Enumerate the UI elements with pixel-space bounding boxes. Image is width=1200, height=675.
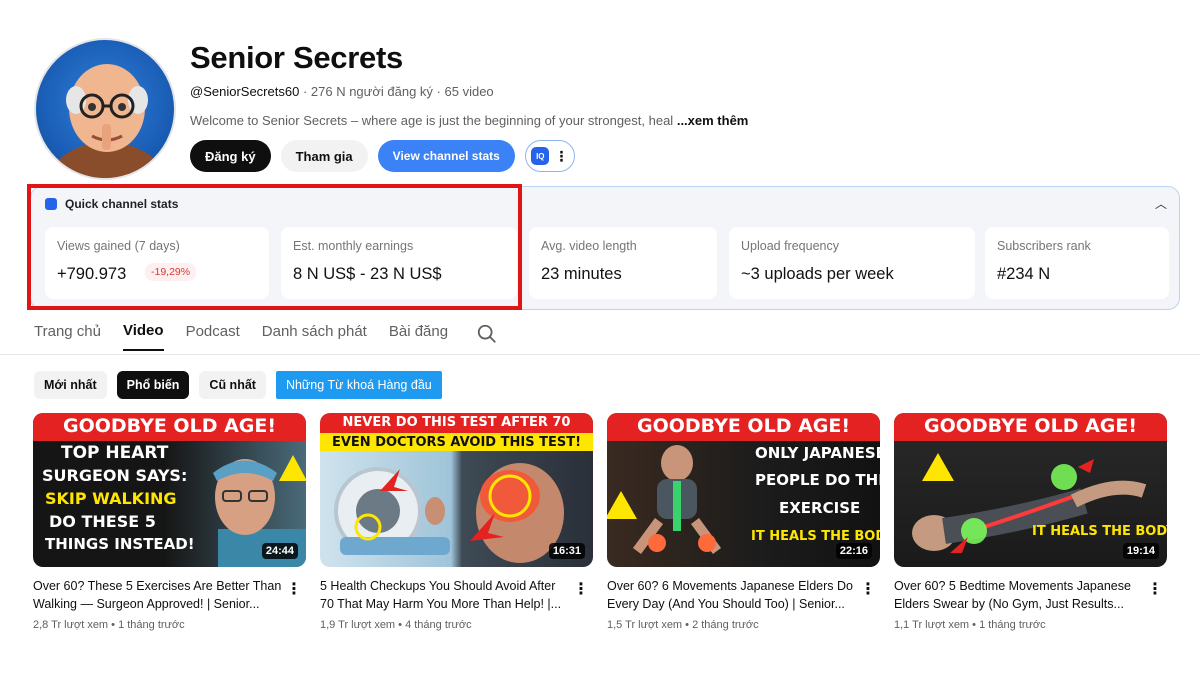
stat-card-subscribers-rank: Subscribers rank #234 N — [985, 227, 1169, 299]
avatar-illustration — [46, 64, 168, 178]
thumb-text: SURGEON SAYS: — [42, 466, 188, 485]
channel-description[interactable]: Welcome to Senior Secrets – where age is… — [190, 113, 748, 128]
stat-label: Avg. video length — [541, 239, 637, 253]
tabs-divider — [0, 354, 1200, 355]
upload-age: 2 tháng trước — [692, 619, 759, 631]
video-title[interactable]: Over 60? 6 Movements Japanese Elders Do … — [607, 577, 857, 613]
video-duration: 24:44 — [261, 543, 298, 559]
upload-age: 1 tháng trước — [979, 619, 1046, 631]
channel-actions: Đăng ký Tham gia View channel stats IQ ⋮ — [190, 140, 575, 172]
stat-label: Upload frequency — [741, 239, 839, 253]
thumb-headline: NEVER DO THIS TEST AFTER 70 — [342, 415, 571, 430]
video-thumbnail[interactable]: NEVER DO THIS TEST AFTER 70 EVEN DOCTORS… — [320, 413, 593, 567]
stat-label: Subscribers rank — [997, 239, 1091, 253]
join-button[interactable]: Tham gia — [280, 140, 368, 172]
video-meta: 1,5 Tr lượt xem • 2 tháng trước — [607, 619, 759, 631]
chevron-up-icon[interactable]: ︿ — [1155, 195, 1167, 212]
video-title[interactable]: 5 Health Checkups You Should Avoid After… — [320, 577, 570, 613]
filter-oldest[interactable]: Cũ nhất — [199, 371, 266, 399]
stat-value: 23 minutes — [541, 265, 622, 283]
thumb-subheadline: EVEN DOCTORS AVOID THIS TEST! — [331, 435, 582, 450]
thumb-headline: GOODBYE OLD AGE! — [62, 415, 277, 437]
annotation-highlight-box — [27, 184, 522, 310]
view-count: 1,9 Tr lượt xem — [320, 619, 396, 631]
upload-age: 4 tháng trước — [405, 619, 472, 631]
view-count: 1,1 Tr lượt xem — [894, 619, 970, 631]
thumb-text: PEOPLE DO THIS — [755, 471, 880, 489]
video-duration: 19:14 — [1122, 543, 1159, 559]
subscribe-button[interactable]: Đăng ký — [190, 140, 271, 172]
video-thumbnail[interactable]: GOODBYE OLD AGE! ONLY JAPANESE PEOPLE DO… — [607, 413, 880, 567]
view-channel-stats-button[interactable]: View channel stats — [377, 140, 515, 172]
stat-value: ~3 uploads per week — [741, 265, 894, 283]
iq-icon: IQ — [531, 147, 550, 165]
video-card[interactable]: NEVER DO THIS TEST AFTER 70 EVEN DOCTORS… — [320, 413, 593, 631]
thumb-headline: GOODBYE OLD AGE! — [923, 415, 1138, 437]
video-meta: 1,9 Tr lượt xem • 4 tháng trước — [320, 619, 472, 631]
video-title[interactable]: Over 60? 5 Bedtime Movements Japanese El… — [894, 577, 1144, 613]
stat-card-video-length: Avg. video length 23 minutes — [529, 227, 717, 299]
channel-meta: @SeniorSecrets60 · 276 N người đăng ký ·… — [190, 84, 494, 99]
more-vert-icon: ⋮ — [554, 148, 569, 164]
filter-popular[interactable]: Phổ biến — [116, 371, 190, 399]
thumb-text: ONLY JAPANESE — [755, 444, 880, 462]
filter-newest[interactable]: Mới nhất — [34, 371, 107, 399]
meta-separator: · — [302, 84, 311, 99]
more-vert-icon[interactable]: ⋮ — [286, 579, 302, 599]
video-thumbnail[interactable]: GOODBYE OLD AGE! TOP HEART SURGEON SAYS:… — [33, 413, 306, 567]
more-vert-icon[interactable]: ⋮ — [860, 579, 876, 599]
video-count: 65 video — [444, 84, 494, 99]
thumb-text: IT HEALS THE BODY — [751, 529, 880, 544]
tab-videos[interactable]: Video — [122, 322, 164, 351]
video-card[interactable]: GOODBYE OLD AGE! IT HEALS THE BODY! 19:1… — [894, 413, 1167, 631]
video-thumbnail[interactable]: GOODBYE OLD AGE! IT HEALS THE BODY! 19:1… — [894, 413, 1167, 567]
thumb-text: IT HEALS THE BODY! — [1032, 524, 1167, 539]
thumb-text: SKIP WALKING — [45, 489, 177, 508]
subscriber-count: 276 N người đăng ký — [310, 84, 433, 99]
video-card[interactable]: GOODBYE OLD AGE! ONLY JAPANESE PEOPLE DO… — [607, 413, 880, 631]
tab-home[interactable]: Trang chủ — [34, 323, 101, 350]
thumb-text: THINGS INSTEAD! — [45, 535, 195, 553]
channel-handle: @SeniorSecrets60 — [190, 84, 300, 99]
thumb-text: DO THESE 5 — [49, 512, 156, 531]
upload-age: 1 tháng trước — [118, 619, 185, 631]
description-text: Welcome to Senior Secrets – where age is… — [190, 113, 674, 128]
thumb-headline: GOODBYE OLD AGE! — [636, 415, 851, 437]
elder-exercise-illustration — [607, 445, 722, 554]
tab-playlists[interactable]: Danh sách phát — [262, 323, 367, 350]
view-count: 2,8 Tr lượt xem — [33, 619, 109, 631]
channel-avatar[interactable] — [34, 38, 176, 180]
more-vert-icon[interactable]: ⋮ — [573, 579, 589, 599]
meta-separator: · — [436, 84, 445, 99]
stat-card-upload-frequency: Upload frequency ~3 uploads per week — [729, 227, 975, 299]
search-icon[interactable] — [476, 323, 498, 345]
channel-tabs: Trang chủ Video Podcast Danh sách phát B… — [34, 322, 498, 351]
channel-name: Senior Secrets — [190, 40, 403, 75]
extension-menu-button[interactable]: IQ ⋮ — [524, 140, 575, 172]
thumb-text: TOP HEART — [61, 443, 169, 463]
video-meta: 1,1 Tr lượt xem • 1 tháng trước — [894, 619, 1046, 631]
more-vert-icon[interactable]: ⋮ — [1147, 579, 1163, 599]
see-more-link[interactable]: ...xem thêm — [677, 113, 749, 128]
video-card[interactable]: GOODBYE OLD AGE! TOP HEART SURGEON SAYS:… — [33, 413, 306, 631]
thumb-text: EXERCISE — [779, 499, 861, 517]
filter-top-keywords[interactable]: Những Từ khoá Hàng đầu — [275, 371, 442, 399]
video-duration: 22:16 — [835, 543, 872, 559]
tab-podcast[interactable]: Podcast — [186, 323, 240, 350]
video-meta: 2,8 Tr lượt xem • 1 tháng trước — [33, 619, 185, 631]
stat-value: #234 N — [997, 265, 1051, 283]
view-count: 1,5 Tr lượt xem — [607, 619, 683, 631]
video-title[interactable]: Over 60? These 5 Exercises Are Better Th… — [33, 577, 283, 613]
sort-filters: Mới nhất Phổ biến Cũ nhất Những Từ khoá … — [34, 371, 442, 399]
video-duration: 16:31 — [548, 543, 585, 559]
tab-posts[interactable]: Bài đăng — [389, 323, 448, 350]
